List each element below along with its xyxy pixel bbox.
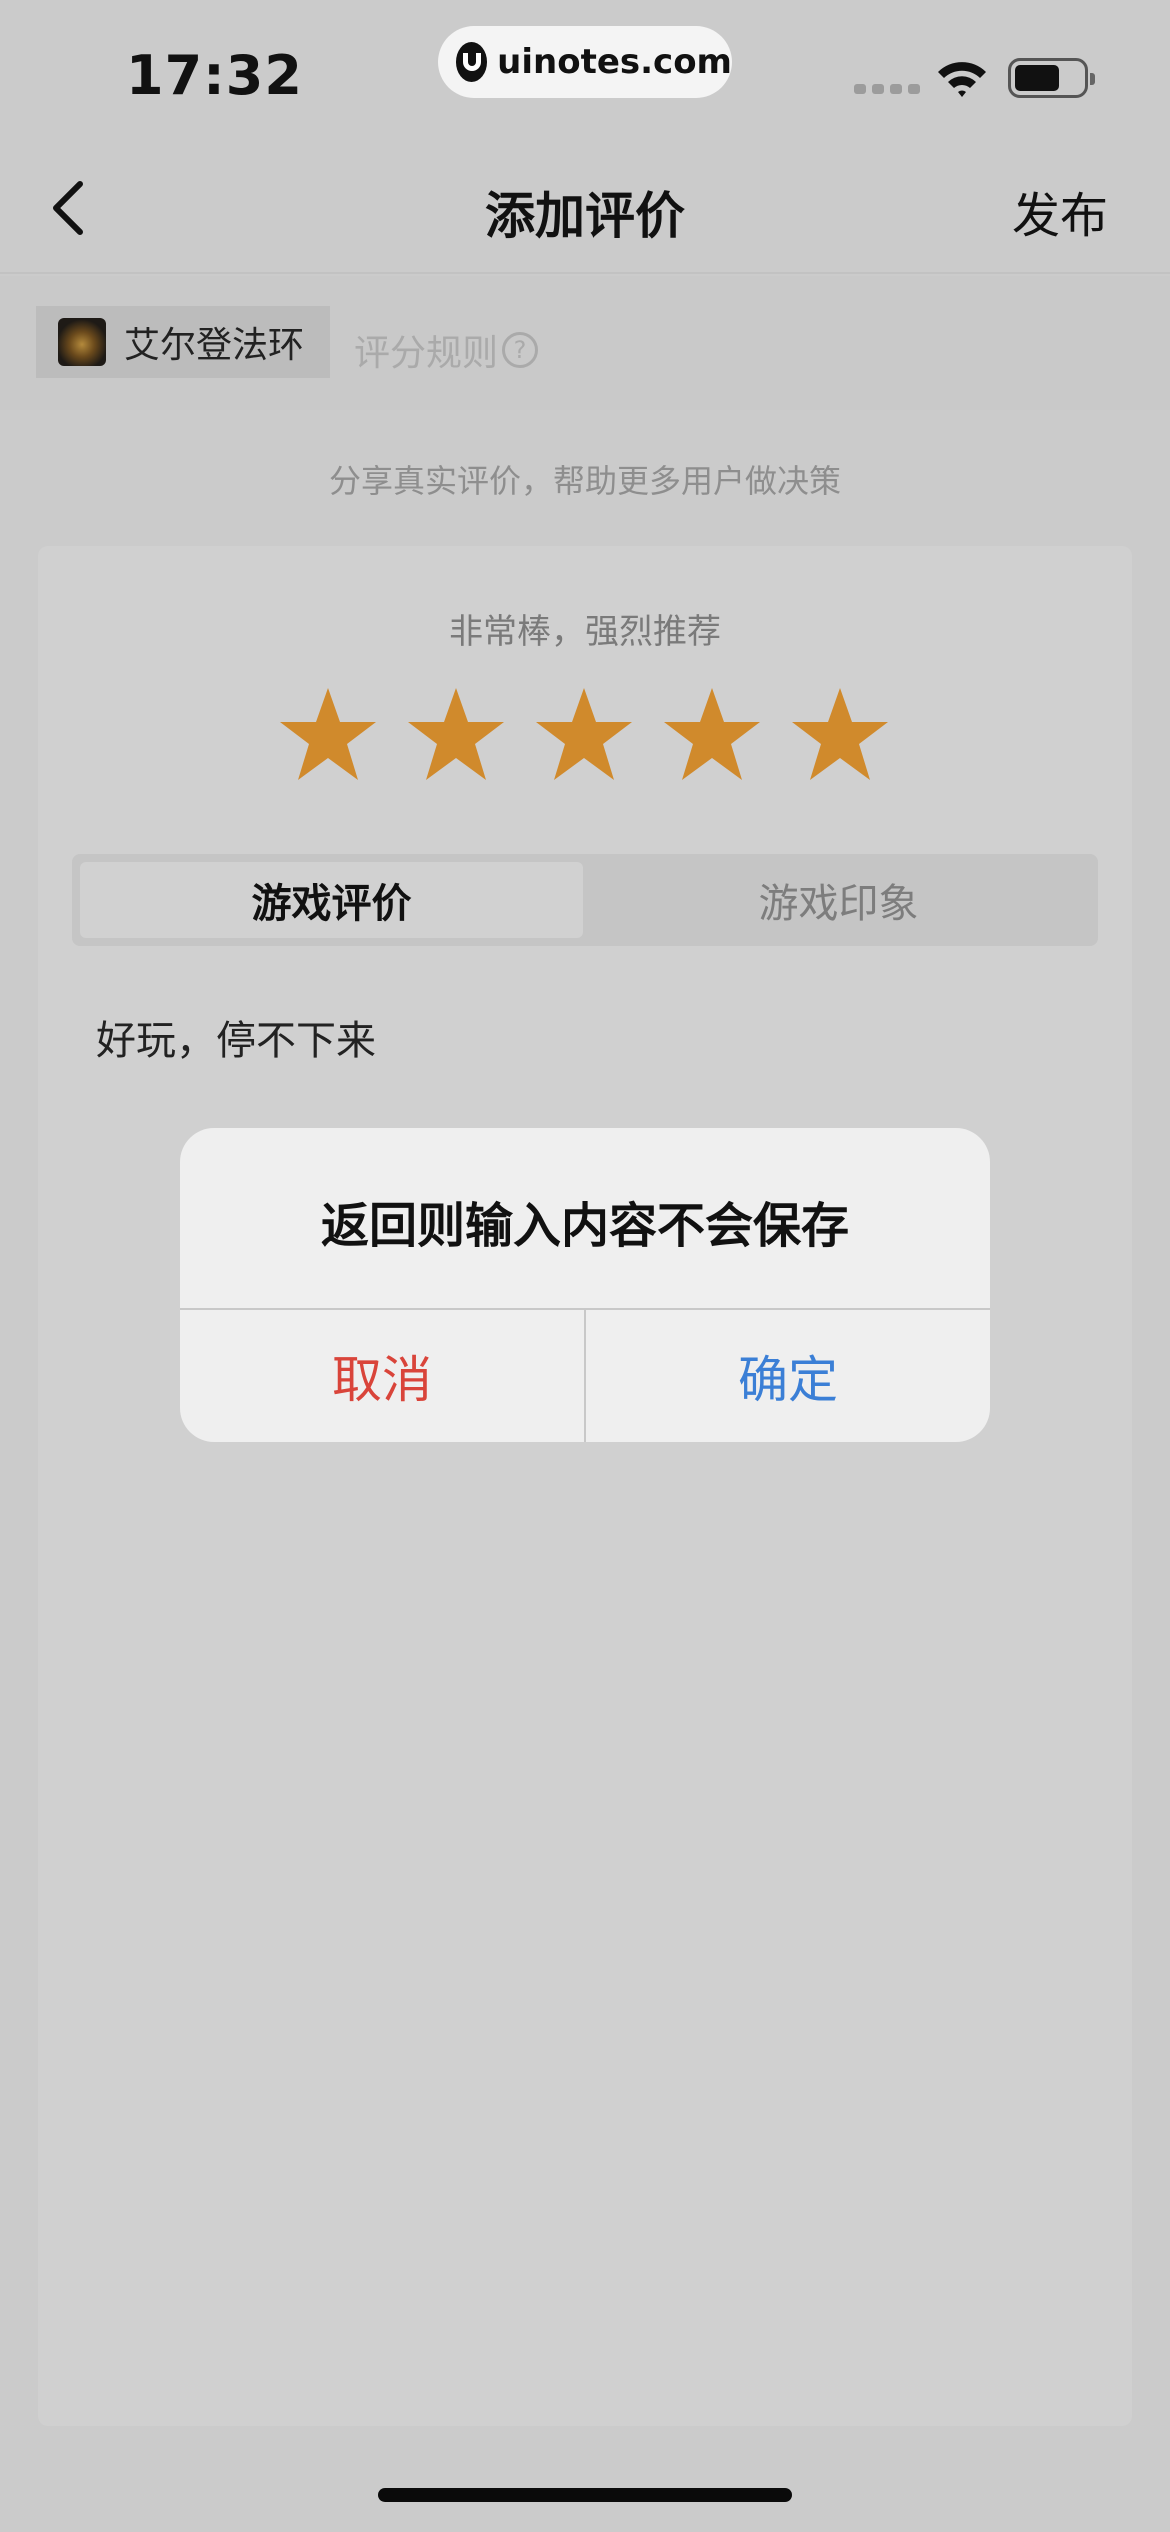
game-chip[interactable]: 艾尔登法环 bbox=[36, 306, 330, 378]
nav-bar: 添加评价 发布 bbox=[0, 140, 1170, 274]
review-tabs: 游戏评价 游戏印象 bbox=[72, 854, 1098, 946]
battery-icon bbox=[1008, 58, 1095, 98]
publish-button[interactable]: 发布 bbox=[1012, 176, 1108, 246]
home-indicator[interactable] bbox=[378, 2488, 792, 2502]
help-icon: ? bbox=[502, 332, 539, 368]
review-prompt: 分享真实评价，帮助更多用户做决策 bbox=[328, 462, 841, 500]
star-icon[interactable] bbox=[404, 684, 508, 788]
star-icon[interactable] bbox=[660, 684, 764, 788]
game-row: 艾尔登法环 评分规则 ? bbox=[0, 276, 1170, 410]
game-thumbnail bbox=[58, 318, 106, 366]
cancel-button[interactable]: 取消 bbox=[180, 1310, 584, 1442]
rating-rules-link[interactable]: 评分规则 ? bbox=[354, 324, 539, 376]
star-icon[interactable] bbox=[788, 684, 892, 788]
url-text: uinotes.com bbox=[497, 42, 732, 82]
site-logo-icon bbox=[456, 42, 488, 82]
rating-rules-label: 评分规则 bbox=[354, 333, 499, 374]
review-text-input[interactable]: 好玩，停不下来 bbox=[96, 1008, 376, 1066]
discard-dialog: 返回则输入内容不会保存 取消 确定 bbox=[180, 1128, 990, 1442]
url-pill[interactable]: uinotes.com bbox=[438, 26, 732, 98]
status-bar: 17:32 uinotes.com bbox=[0, 0, 1170, 140]
tab-game-review[interactable]: 游戏评价 bbox=[80, 862, 583, 938]
star-icon[interactable] bbox=[532, 684, 636, 788]
confirm-button[interactable]: 确定 bbox=[586, 1310, 990, 1442]
rating-label: 非常棒，强烈推荐 bbox=[449, 612, 721, 652]
page-title: 添加评价 bbox=[485, 187, 685, 245]
tab-game-impression[interactable]: 游戏印象 bbox=[587, 862, 1090, 938]
star-icon[interactable] bbox=[276, 684, 380, 788]
wifi-icon bbox=[934, 56, 990, 100]
star-rating[interactable] bbox=[276, 684, 892, 788]
game-name: 艾尔登法环 bbox=[124, 325, 305, 366]
screen: 17:32 uinotes.com 添加评价 发布 艾尔登法环 评分规则 ? 分… bbox=[0, 0, 1170, 2532]
status-time: 17:32 bbox=[126, 44, 303, 107]
cellular-signal-icon bbox=[854, 84, 920, 94]
review-card: 非常棒，强烈推荐 游戏评价 游戏印象 好玩，停不下来 bbox=[38, 546, 1132, 2426]
dialog-message: 返回则输入内容不会保存 bbox=[320, 1198, 849, 1254]
